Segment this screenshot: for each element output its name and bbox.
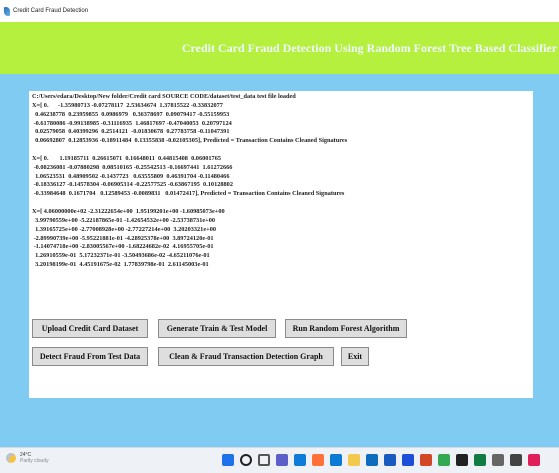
excel-icon[interactable] [474,454,486,466]
header-banner: Credit Card Fraud Detection Using Random… [0,22,559,74]
edge-icon[interactable] [294,454,306,466]
photos-icon[interactable] [402,454,414,466]
powerpoint-icon[interactable] [420,454,432,466]
banner-title: Credit Card Fraud Detection Using Random… [181,40,558,55]
upload-dataset-button[interactable]: Upload Credit Card Dataset [32,319,148,338]
fraud-graph-button[interactable]: Clean & Fraud Transaction Detection Grap… [158,347,334,366]
dell-icon[interactable] [456,454,468,466]
exit-button[interactable]: Exit [341,347,369,366]
task-view-icon[interactable] [258,454,270,466]
word-icon[interactable] [384,454,396,466]
output-text: C:/Users/edara/Desktop/New folder/Credit… [32,93,348,269]
firefox-icon[interactable] [312,454,324,466]
detect-fraud-button[interactable]: Detect Fraud From Test Data [32,347,148,366]
file-explorer-icon[interactable] [348,454,360,466]
weather-widget[interactable]: 24°C Partly cloudy [6,452,49,464]
settings-icon[interactable] [492,454,504,466]
windows-start-icon[interactable] [222,454,234,466]
store-icon[interactable] [510,454,522,466]
partly-cloudy-icon [6,453,16,463]
app-feather-icon [4,6,10,16]
window-title: Credit Card Fraud Detection [13,8,89,14]
vscode-icon[interactable] [330,454,342,466]
mail-icon[interactable] [366,454,378,466]
generate-model-button[interactable]: Generate Train & Test Model [158,319,276,338]
title-bar: Credit Card Fraud Detection [0,0,559,22]
taskbar: 24°C Partly cloudy [0,447,559,473]
teams-icon[interactable] [276,454,288,466]
taskbar-icons [222,454,546,466]
chrome-icon[interactable] [438,454,450,466]
weather-desc: Partly cloudy [20,458,49,464]
search-icon[interactable] [240,454,252,466]
slack-icon[interactable] [528,454,540,466]
run-random-forest-button[interactable]: Run Random Forest Algorithm [285,319,407,338]
